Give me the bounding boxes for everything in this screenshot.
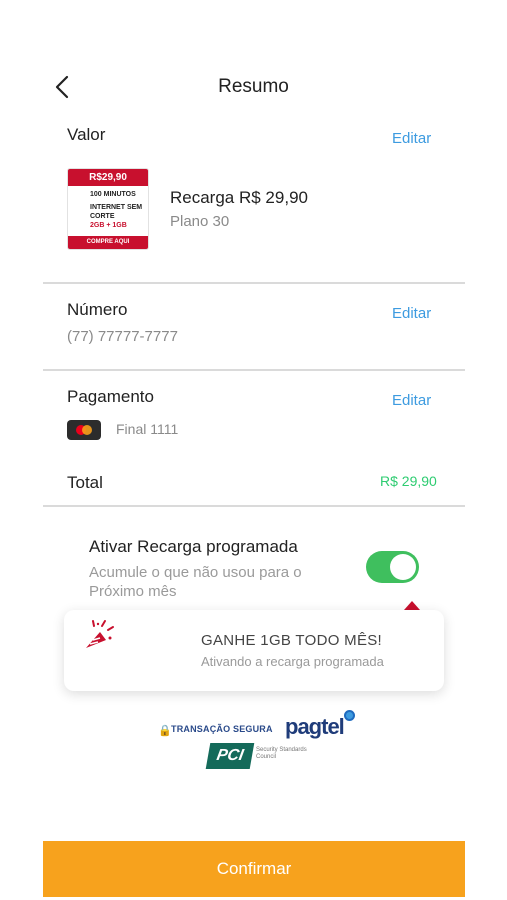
scheduled-recharge-toggle[interactable] bbox=[366, 551, 419, 583]
edit-number-button[interactable]: Editar bbox=[392, 305, 431, 322]
product-card-minutes: 100 MINUTOS bbox=[90, 191, 136, 198]
phone-number: (77) 77777-7777 bbox=[67, 328, 178, 345]
confirm-button[interactable]: Confirmar bbox=[43, 841, 465, 897]
divider bbox=[43, 282, 465, 284]
edit-value-button[interactable]: Editar bbox=[392, 130, 431, 147]
product-image: R$29,90 100 MINUTOS INTERNET SEM CORTE 2… bbox=[67, 168, 149, 250]
edit-payment-button[interactable]: Editar bbox=[392, 392, 431, 409]
card-final-digits: Final 1111 bbox=[116, 421, 179, 437]
pagtel-logo-dot bbox=[344, 710, 355, 721]
divider bbox=[43, 505, 465, 507]
pci-caption: Security Standards Council bbox=[256, 747, 307, 760]
secure-transaction-text: TRANSAÇÃO SEGURA bbox=[171, 724, 273, 734]
pagtel-logo: pagtel bbox=[285, 714, 345, 739]
scheduled-recharge-title: Ativar Recarga programada bbox=[89, 537, 298, 556]
total-value: R$ 29,90 bbox=[380, 473, 437, 489]
promo-caret bbox=[404, 601, 420, 610]
security-badge: 🔒 TRANSAÇÃO SEGURA pagtel PCI Security S… bbox=[158, 710, 358, 770]
product-card-price: R$29,90 bbox=[68, 169, 148, 186]
payment-label: Pagamento bbox=[67, 387, 154, 406]
number-label: Número bbox=[67, 300, 128, 319]
total-label: Total bbox=[67, 473, 103, 492]
pci-logo: PCI bbox=[205, 743, 255, 769]
product-card-internet: INTERNET SEM CORTE bbox=[90, 204, 143, 220]
toggle-knob bbox=[390, 554, 416, 580]
lock-icon: 🔒 bbox=[158, 725, 172, 737]
promo-subtitle: Ativando a recarga programada bbox=[201, 654, 384, 669]
promo-title: GANHE 1GB TODO MÊS! bbox=[201, 632, 383, 649]
mastercard-icon bbox=[67, 420, 101, 440]
product-name: Recarga R$ 29,90 bbox=[170, 188, 308, 207]
product-card-data: 2GB + 1GB bbox=[90, 222, 127, 229]
header: Resumo bbox=[0, 68, 507, 104]
product-plan: Plano 30 bbox=[170, 213, 230, 230]
value-label: Valor bbox=[67, 125, 106, 144]
party-popper-icon bbox=[86, 620, 114, 648]
promo-banner: GANHE 1GB TODO MÊS! Ativando a recarga p… bbox=[64, 610, 444, 691]
page-title: Resumo bbox=[218, 76, 289, 97]
scheduled-recharge-description: Acumule o que não usou para o Próximo mê… bbox=[89, 564, 302, 600]
divider bbox=[43, 369, 465, 371]
product-card-footer: COMPRE AQUI bbox=[68, 236, 148, 249]
